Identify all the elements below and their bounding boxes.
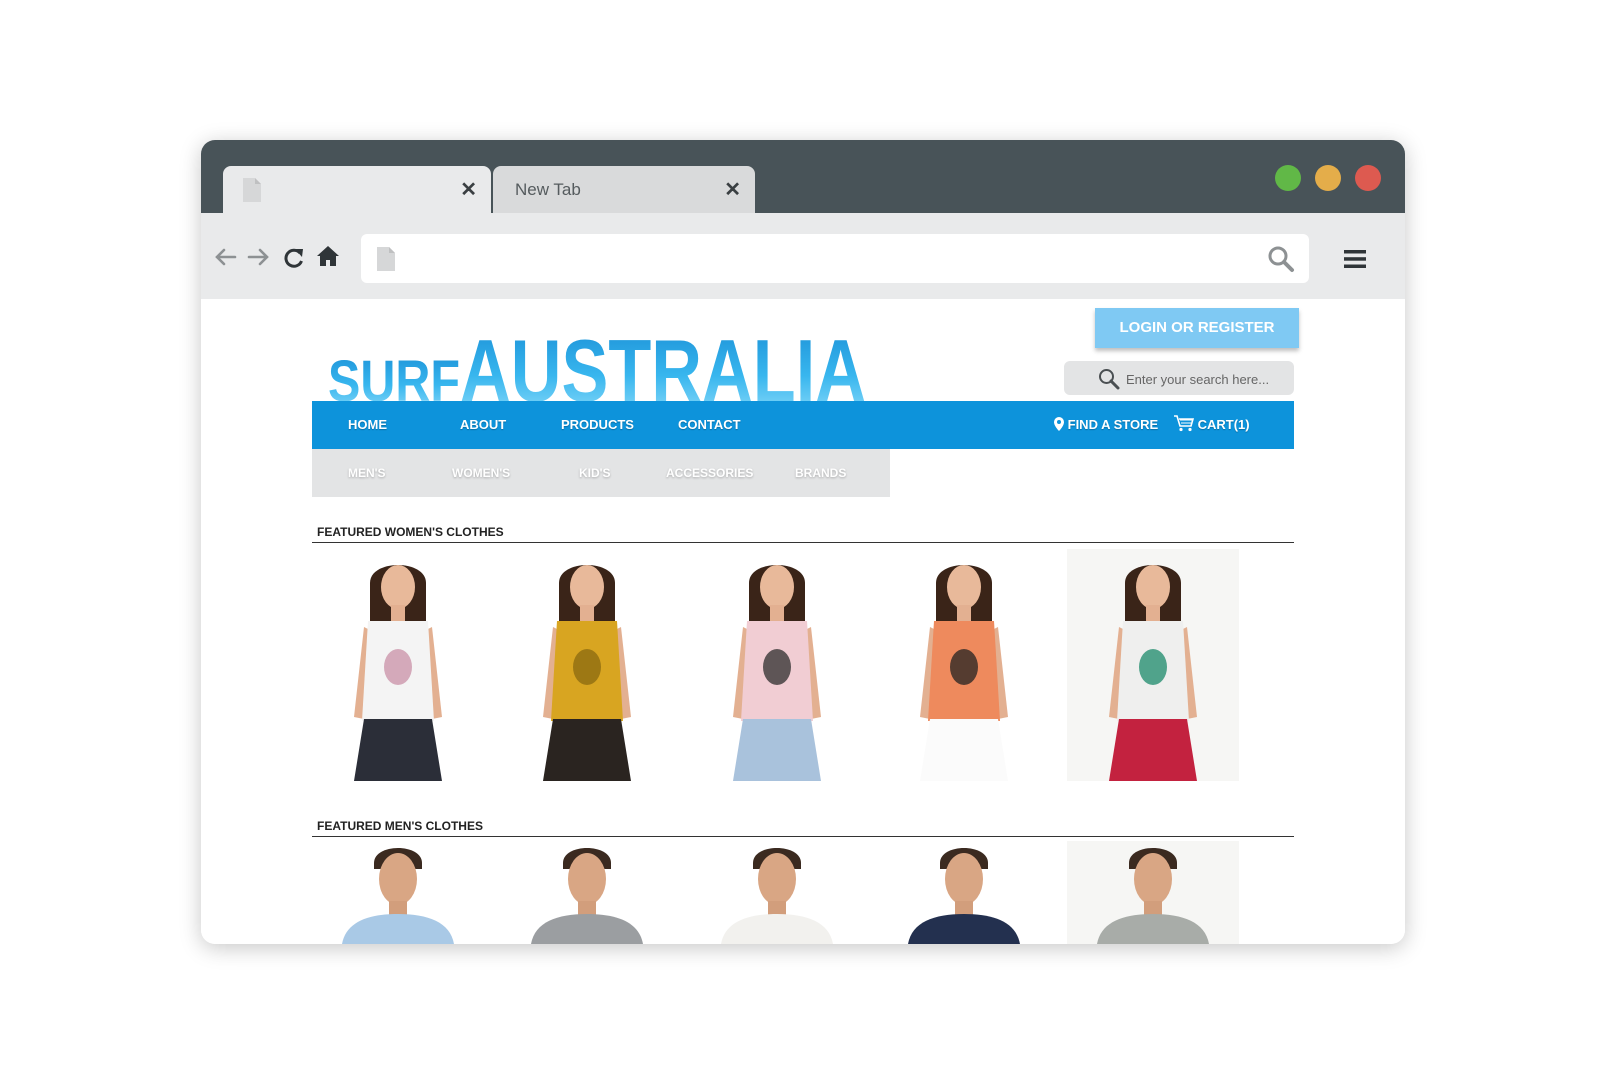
browser-toolbar xyxy=(201,213,1405,299)
location-pin-icon xyxy=(1054,417,1064,431)
title-bar: ✕ New Tab ✕ xyxy=(201,140,1405,213)
forward-arrow-icon[interactable] xyxy=(247,247,271,272)
nav-products[interactable]: PRODUCTS xyxy=(561,401,634,449)
category-mens[interactable]: MEN'S xyxy=(348,449,386,497)
nav-about[interactable]: ABOUT xyxy=(460,401,506,449)
site-search-box[interactable] xyxy=(1064,361,1294,395)
site-search-input[interactable] xyxy=(1124,368,1288,390)
site-logo[interactable]: SURF AUSTRALIA xyxy=(328,329,888,404)
product-card-men[interactable] xyxy=(1067,841,1239,944)
product-card-men[interactable] xyxy=(312,841,484,944)
main-navigation: HOME ABOUT PRODUCTS CONTACT FIND A STORE… xyxy=(312,401,1294,449)
product-card-men[interactable] xyxy=(501,841,673,944)
search-icon xyxy=(1098,368,1120,395)
product-card-women[interactable] xyxy=(1067,549,1239,781)
logo-text-surf: SURF xyxy=(328,349,460,404)
maximize-button[interactable] xyxy=(1275,165,1301,191)
close-tab-icon[interactable]: ✕ xyxy=(724,177,741,202)
find-store-label: FIND A STORE xyxy=(1067,417,1159,432)
category-womens[interactable]: WOMEN'S xyxy=(452,449,510,497)
cart-label: CART(1) xyxy=(1197,417,1250,432)
product-card-women[interactable] xyxy=(878,549,1050,781)
section-title-women: FEATURED WOMEN'S CLOTHES xyxy=(317,525,504,539)
product-card-women[interactable] xyxy=(501,549,673,781)
login-register-button[interactable]: LOGIN OR REGISTER xyxy=(1095,308,1299,348)
cart-link[interactable]: CART(1) xyxy=(1174,401,1250,449)
browser-window: ✕ New Tab ✕ SURF AUSTRALIA LOGIN OR REGI… xyxy=(201,140,1405,944)
url-input[interactable] xyxy=(411,244,1235,274)
address-bar[interactable] xyxy=(361,234,1309,283)
product-card-men[interactable] xyxy=(878,841,1050,944)
tab-new-tab[interactable]: New Tab ✕ xyxy=(493,166,755,213)
category-accessories[interactable]: ACCESSORIES xyxy=(666,449,753,497)
tab-title: New Tab xyxy=(515,180,581,199)
tab-active[interactable]: ✕ xyxy=(223,166,491,213)
product-card-men[interactable] xyxy=(691,841,863,944)
shopping-cart-icon xyxy=(1174,415,1195,432)
find-store-link[interactable]: FIND A STORE xyxy=(1054,401,1158,449)
product-card-women[interactable] xyxy=(691,549,863,781)
web-page: SURF AUSTRALIA LOGIN OR REGISTER HOME AB… xyxy=(201,299,1405,944)
category-kids[interactable]: KID'S xyxy=(579,449,611,497)
close-tab-icon[interactable]: ✕ xyxy=(460,177,477,202)
close-window-button[interactable] xyxy=(1355,165,1381,191)
reload-icon[interactable] xyxy=(283,247,305,274)
product-card-women[interactable] xyxy=(312,549,484,781)
nav-home[interactable]: HOME xyxy=(348,401,387,449)
home-icon[interactable] xyxy=(316,245,340,272)
nav-contact[interactable]: CONTACT xyxy=(678,401,741,449)
search-icon[interactable] xyxy=(1267,245,1295,278)
minimize-button[interactable] xyxy=(1315,165,1341,191)
category-navigation: MEN'S WOMEN'S KID'S ACCESSORIES BRANDS xyxy=(312,449,890,497)
hamburger-menu-icon[interactable] xyxy=(1344,249,1366,274)
section-title-men: FEATURED MEN'S CLOTHES xyxy=(317,819,483,833)
category-brands[interactable]: BRANDS xyxy=(795,449,846,497)
logo-text-australia: AUSTRALIA xyxy=(460,329,866,404)
section-divider xyxy=(312,836,1294,837)
document-icon xyxy=(377,247,395,276)
back-arrow-icon[interactable] xyxy=(213,247,237,272)
document-icon xyxy=(243,178,261,207)
section-divider xyxy=(312,542,1294,543)
